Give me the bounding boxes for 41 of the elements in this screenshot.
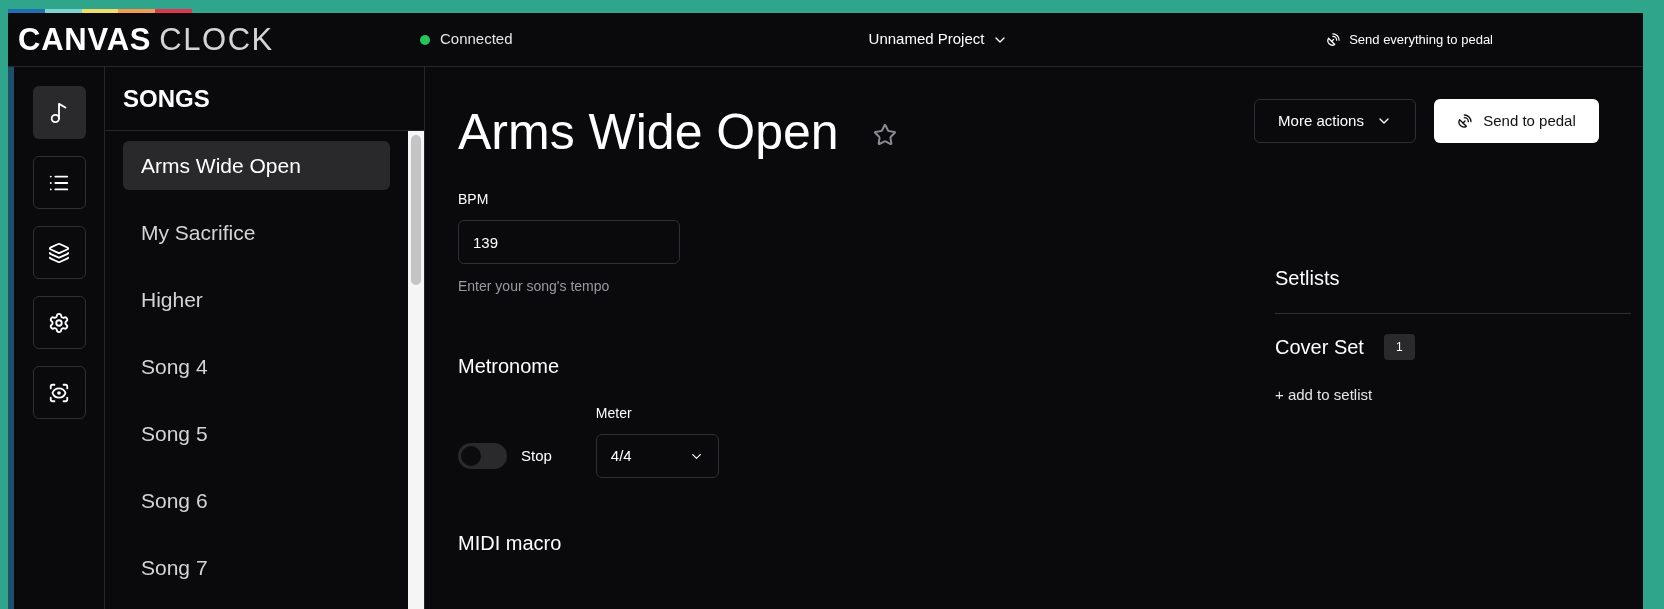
- field-label: Meter: [595, 404, 633, 423]
- panel-title: SONGS: [123, 83, 210, 114]
- star-icon[interactable]: [872, 123, 897, 147]
- song-item[interactable]: My Sacrifice: [123, 208, 390, 257]
- section-heading: Setlists: [1275, 266, 1341, 291]
- connection-status: Connected: [440, 29, 513, 50]
- scrollbar[interactable]: [408, 131, 424, 609]
- logo-text: CLOCK: [159, 24, 274, 55]
- satellite-dish-icon: [1457, 113, 1474, 129]
- section-heading: MIDI macro: [458, 531, 563, 556]
- settings-icon: [48, 311, 70, 334]
- song-item[interactable]: Song 6: [123, 476, 390, 525]
- count-badge: 1: [1383, 334, 1415, 360]
- nav-button[interactable]: [32, 156, 86, 209]
- meter-select[interactable]: 4/4: [595, 434, 719, 478]
- song-item[interactable]: Higher: [123, 275, 390, 324]
- more-actions-button[interactable]: More actions: [1254, 99, 1416, 143]
- satellite-dish-icon: [1326, 32, 1342, 47]
- nav-button[interactable]: [32, 296, 86, 349]
- layers-icon: [48, 241, 70, 264]
- toggle-label: Stop: [521, 445, 552, 466]
- send-everything-button[interactable]: Send everything to pedal: [1326, 29, 1493, 50]
- nav-button[interactable]: [32, 366, 86, 419]
- metronome-toggle[interactable]: [458, 443, 507, 469]
- song-title: Arms Wide Open: [458, 107, 839, 157]
- song-item[interactable]: Song 7: [123, 543, 390, 592]
- field-label: BPM: [458, 190, 490, 209]
- field-hint: Enter your song's tempo: [458, 277, 611, 296]
- project-selector[interactable]: Unnamed Project: [868, 28, 1009, 51]
- add-to-setlist-link[interactable]: + add to setlist: [1275, 384, 1373, 407]
- send-to-pedal-button[interactable]: Send to pedal: [1434, 99, 1599, 143]
- nav-button[interactable]: [32, 226, 86, 279]
- nav-button[interactable]: [32, 86, 86, 139]
- eye-icon: [48, 381, 70, 404]
- song-item[interactable]: Song 5: [123, 409, 390, 458]
- bpm-field[interactable]: 139: [458, 220, 680, 264]
- logo-text: CANVAS: [18, 24, 152, 55]
- song-item[interactable]: Arms Wide Open: [123, 141, 390, 190]
- song-item[interactable]: Song 4: [123, 342, 390, 391]
- section-heading: Metronome: [458, 354, 561, 379]
- setlist-name[interactable]: Cover Set: [1275, 332, 1364, 362]
